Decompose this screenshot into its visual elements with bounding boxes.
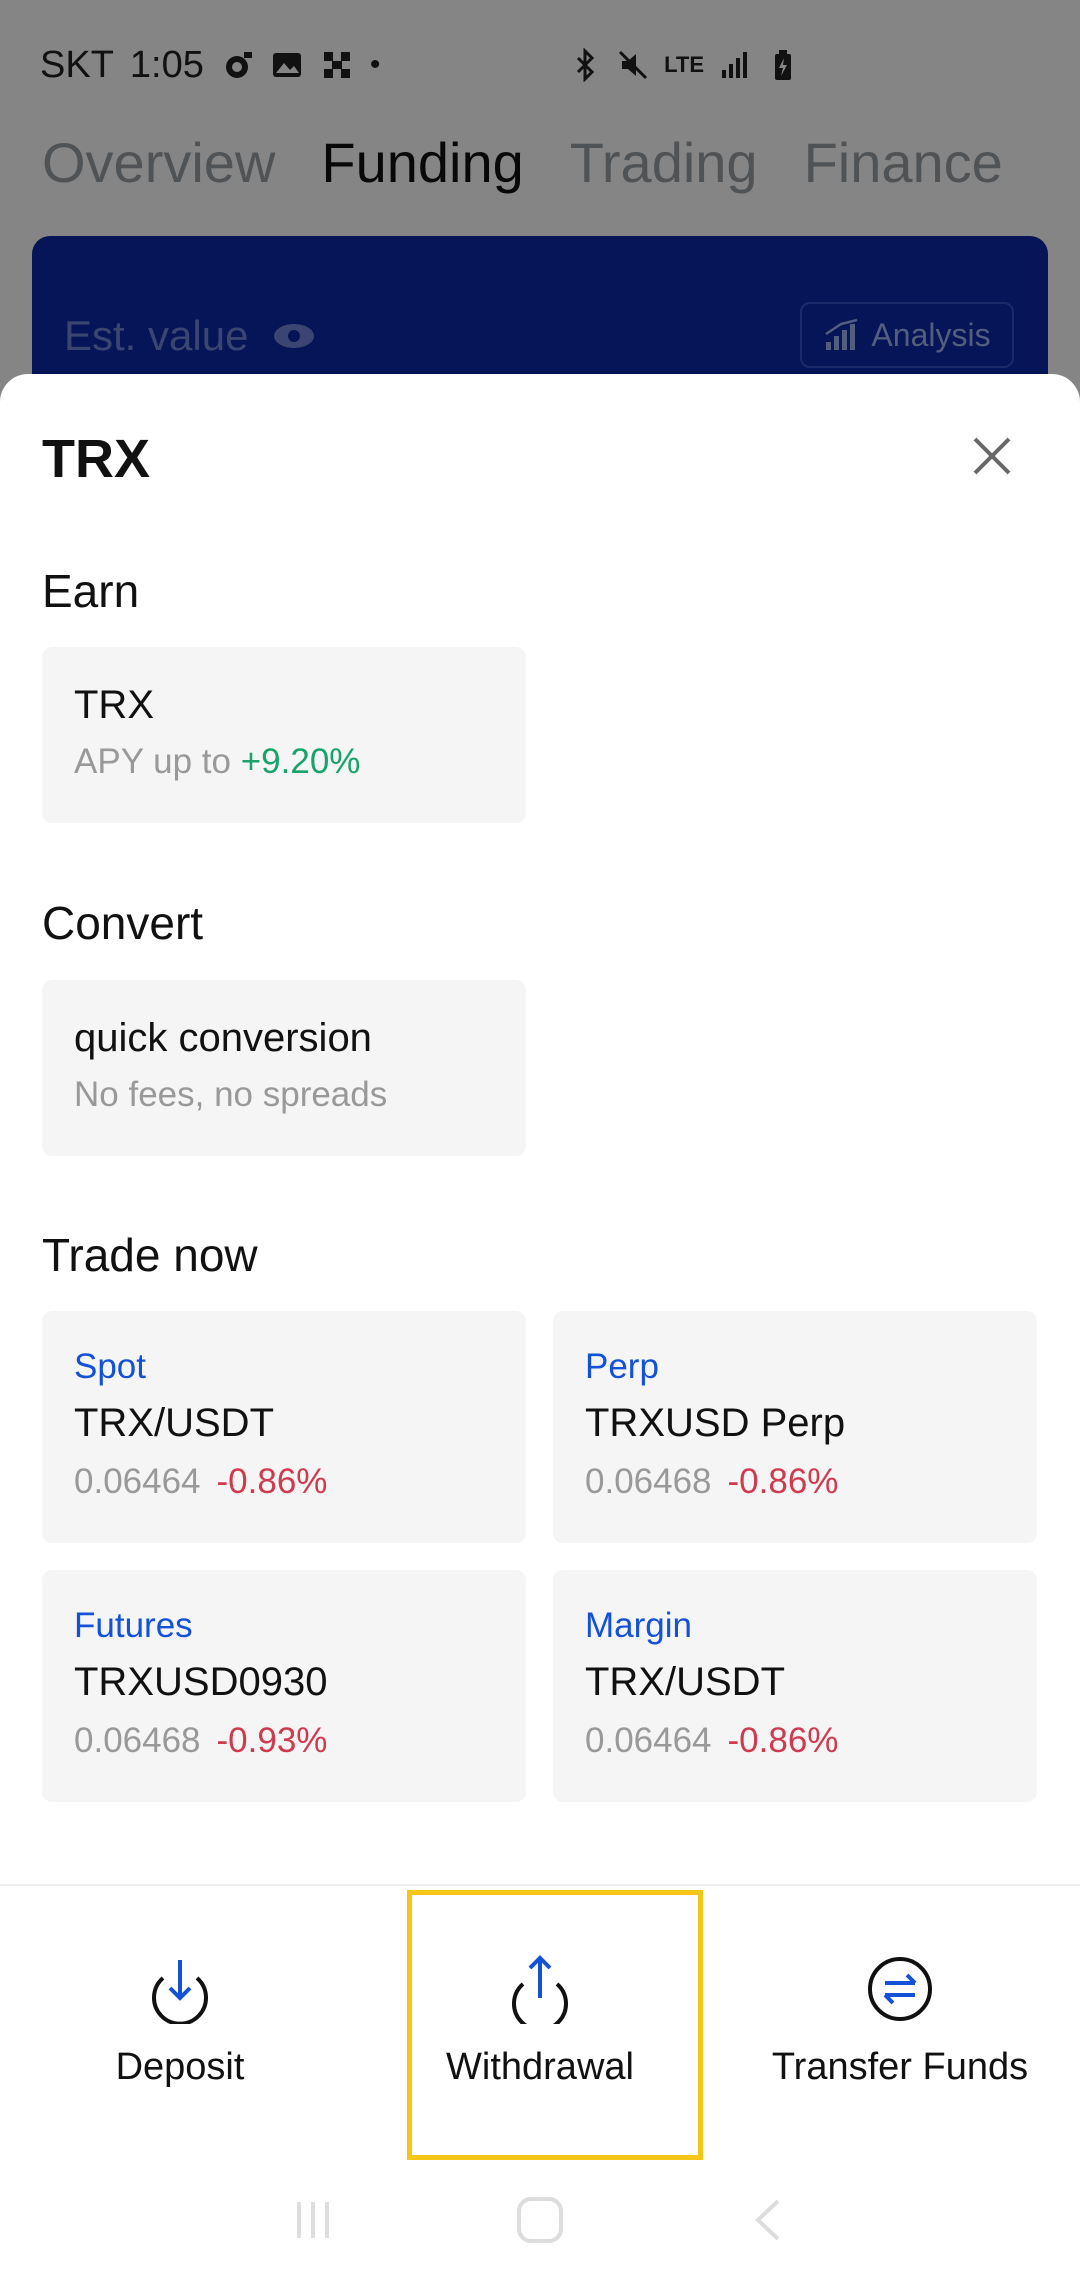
trade-now-section-title: Trade now [42, 1229, 258, 1281]
trade-price-row: 0.06468 -0.93% [74, 1721, 494, 1761]
transfer-funds-button[interactable]: Transfer Funds [770, 1886, 1030, 2156]
recent-apps-icon [297, 2202, 330, 2238]
close-button[interactable] [962, 426, 1022, 486]
trade-card-spot[interactable]: Spot TRX/USDT 0.06464 -0.86% [42, 1311, 526, 1543]
quick-conversion-card[interactable]: quick conversion No fees, no spreads [42, 980, 526, 1156]
trade-card-perp[interactable]: Perp TRXUSD Perp 0.06468 -0.86% [553, 1311, 1037, 1543]
trade-change: -0.86% [727, 1721, 839, 1760]
back-button[interactable] [737, 2190, 797, 2250]
earn-section-title: Earn [42, 565, 140, 617]
earn-trx-card[interactable]: TRX APY up to +9.20% [42, 647, 526, 823]
apy-prefix: APY up to [74, 742, 231, 781]
trade-card-margin[interactable]: Margin TRX/USDT 0.06464 -0.86% [553, 1570, 1037, 1802]
earn-apy-row: APY up to +9.20% [74, 742, 494, 782]
trade-type-label: Futures [74, 1606, 193, 1645]
home-button[interactable] [510, 2190, 570, 2250]
convert-card-subtitle: No fees, no spreads [74, 1075, 388, 1114]
trade-type-label: Margin [585, 1606, 692, 1645]
convert-card-title: quick conversion [74, 1016, 372, 1060]
trade-price: 0.06468 [585, 1462, 712, 1501]
trade-change: -0.86% [216, 1462, 328, 1501]
deposit-button[interactable]: Deposit [60, 1886, 300, 2156]
deposit-label: Deposit [115, 2045, 245, 2088]
trade-pair-label: TRXUSD0930 [74, 1660, 328, 1704]
close-icon [973, 437, 1011, 475]
system-nav-bar [0, 2160, 1080, 2280]
trade-change: -0.93% [216, 1721, 328, 1760]
back-icon [754, 2199, 780, 2241]
apy-value: +9.20% [240, 742, 361, 781]
trade-card-futures[interactable]: Futures TRXUSD0930 0.06468 -0.93% [42, 1570, 526, 1802]
trade-price: 0.06468 [74, 1721, 201, 1760]
home-icon [516, 2197, 563, 2243]
trade-pair-label: TRXUSD Perp [585, 1401, 846, 1445]
convert-section-title: Convert [42, 897, 204, 949]
transfer-icon [868, 1956, 932, 2021]
trade-price-row: 0.06464 -0.86% [74, 1462, 494, 1502]
transfer-funds-label: Transfer Funds [771, 2045, 1029, 2088]
trade-price-row: 0.06468 -0.86% [585, 1462, 1005, 1502]
trade-price-row: 0.06464 -0.86% [585, 1721, 1005, 1761]
trade-type-label: Spot [74, 1347, 146, 1386]
trade-price: 0.06464 [74, 1462, 201, 1501]
deposit-icon [152, 1959, 208, 2024]
withdrawal-highlight-box [407, 1890, 703, 2160]
trade-pair-label: TRX/USDT [74, 1401, 274, 1445]
trade-type-label: Perp [585, 1347, 659, 1386]
sheet-title: TRX [42, 429, 150, 489]
recent-apps-button[interactable] [283, 2190, 343, 2250]
earn-card-title: TRX [74, 683, 154, 727]
trade-pair-label: TRX/USDT [585, 1660, 785, 1704]
trade-change: -0.86% [727, 1462, 839, 1501]
trade-price: 0.06464 [585, 1721, 712, 1760]
